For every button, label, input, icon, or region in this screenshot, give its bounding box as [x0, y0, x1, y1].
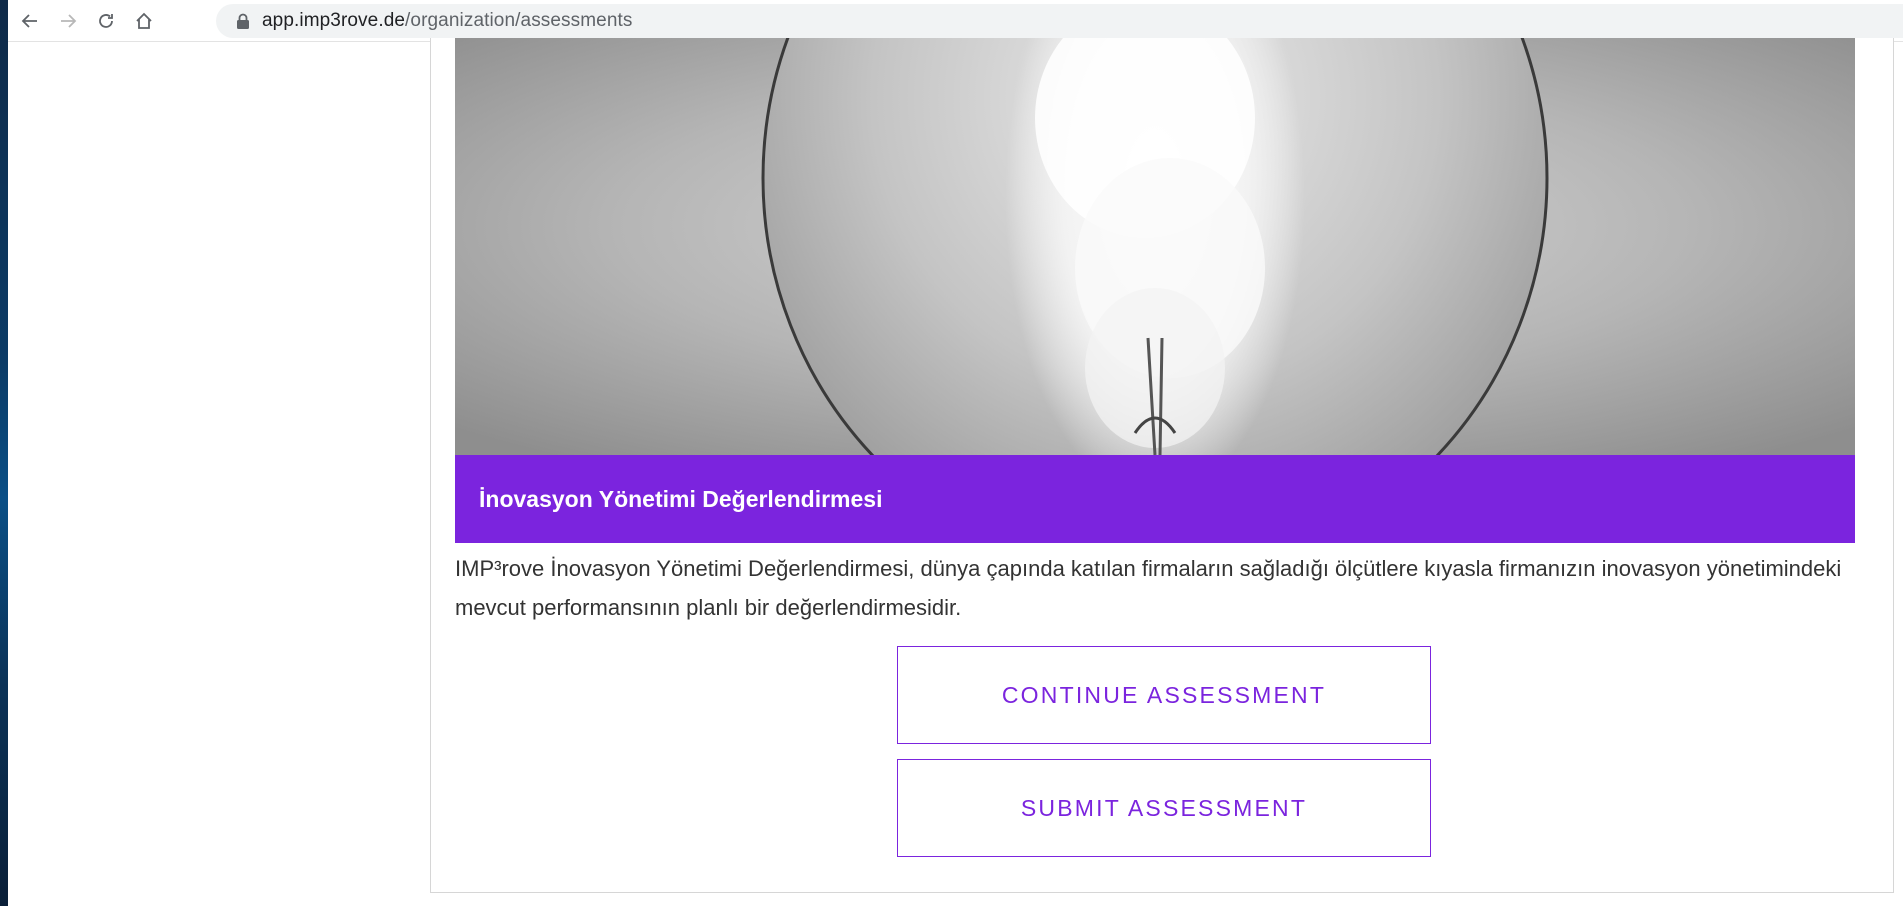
- arrow-left-icon: [21, 13, 37, 28]
- light-bulb-photo: [455, 38, 1855, 455]
- assessment-card: İnovasyon Yönetimi Değerlendirmesi IMP³r…: [430, 38, 1894, 893]
- lock-icon: [237, 13, 249, 29]
- arrow-right-icon: [61, 13, 77, 28]
- page-content: İnovasyon Yönetimi Değerlendirmesi IMP³r…: [8, 38, 1903, 906]
- desktop-background-strip: [0, 0, 8, 906]
- back-button[interactable]: [14, 5, 46, 37]
- url-path: /organization/assessments: [405, 10, 633, 31]
- browser-toolbar: app.imp3rove.de/organization/assessments: [8, 0, 1903, 42]
- forward-button[interactable]: [52, 5, 84, 37]
- continue-assessment-button[interactable]: CONTINUE ASSESSMENT: [897, 646, 1431, 744]
- home-icon: [136, 12, 152, 29]
- screen: app.imp3rove.de/organization/assessments: [0, 0, 1903, 906]
- home-button[interactable]: [128, 5, 160, 37]
- reload-button[interactable]: [90, 5, 122, 37]
- light-bulb-illustration: [455, 38, 1855, 455]
- address-bar[interactable]: app.imp3rove.de/organization/assessments: [216, 4, 1903, 38]
- url-text: app.imp3rove.de/organization/assessments: [262, 10, 633, 32]
- submit-assessment-button[interactable]: SUBMIT ASSESSMENT: [897, 759, 1431, 857]
- assessment-description: IMP³rove İnovasyon Yönetimi Değerlendirm…: [455, 556, 1842, 620]
- assessment-title-bar: İnovasyon Yönetimi Değerlendirmesi: [455, 455, 1855, 543]
- reload-icon: [99, 13, 113, 28]
- url-host: app.imp3rove.de: [262, 10, 406, 31]
- assessment-title: İnovasyon Yönetimi Değerlendirmesi: [479, 485, 883, 512]
